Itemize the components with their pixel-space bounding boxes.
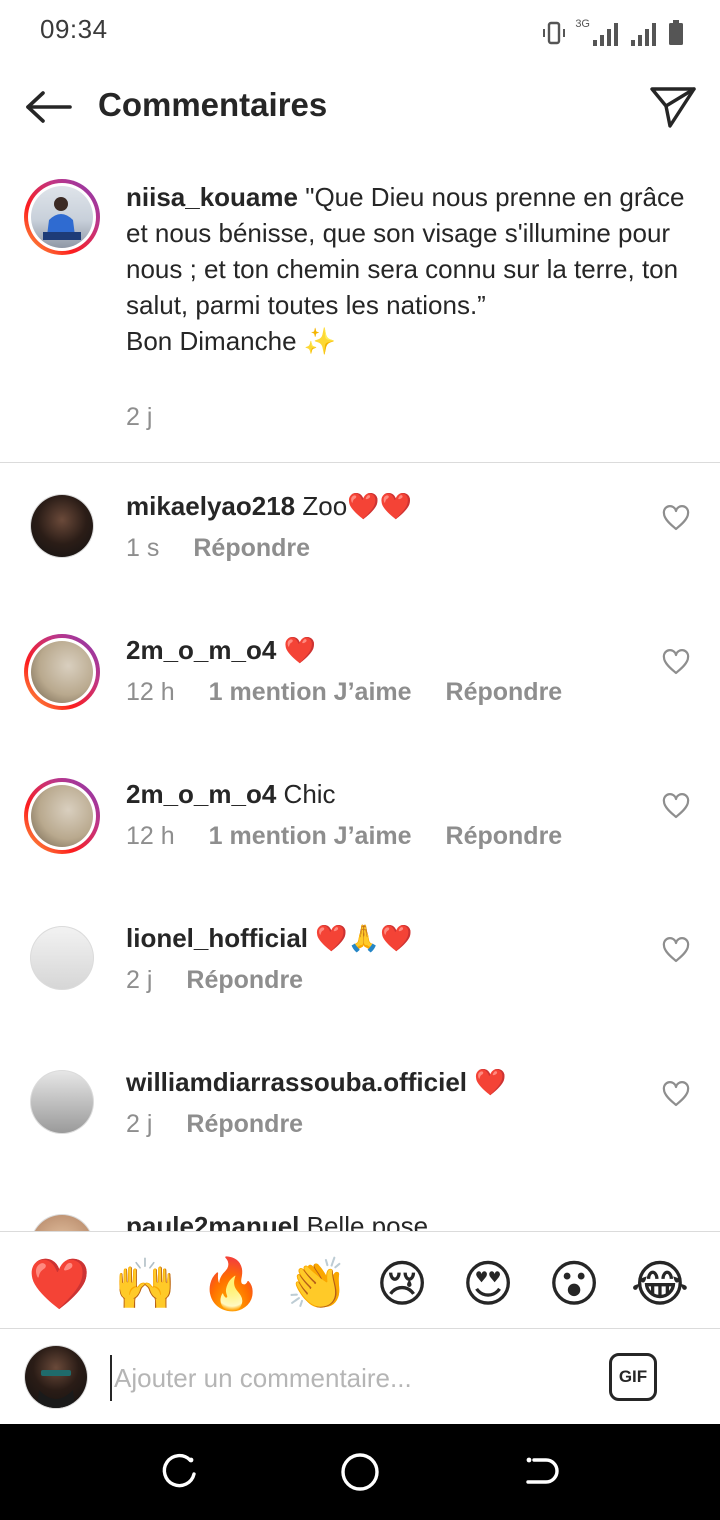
- comment-body: mikaelyao218 Zoo❤️❤️: [126, 490, 646, 522]
- emoji-button[interactable]: 😂: [630, 1254, 690, 1314]
- heart-icon: [662, 505, 690, 531]
- comment-text: ❤️: [467, 1067, 507, 1097]
- caption-time: 2 j: [126, 403, 153, 431]
- comment-row: lionel_hofficial ❤️🙏❤️ 2 j Répondre: [0, 922, 720, 1066]
- comment-body: 2m_o_m_o4 Chic: [126, 778, 646, 810]
- comment-avatar[interactable]: [24, 634, 100, 710]
- reply-button[interactable]: Répondre: [446, 678, 563, 707]
- emoji-button[interactable]: 👏: [286, 1254, 348, 1314]
- comment-body: lionel_hofficial ❤️🙏❤️: [126, 922, 646, 954]
- caption-text: niisa_kouame "Que Dieu nous prenne en gr…: [126, 179, 686, 359]
- gif-button[interactable]: GIF: [609, 1353, 657, 1401]
- like-button[interactable]: [662, 505, 690, 531]
- home-button[interactable]: [338, 1450, 382, 1494]
- reply-button[interactable]: Répondre: [446, 822, 563, 851]
- back-icon: [526, 1457, 559, 1484]
- page-title: Commentaires: [98, 86, 328, 123]
- reply-button[interactable]: Répondre: [186, 966, 303, 995]
- paper-plane-icon: [650, 87, 696, 128]
- comment-row: 2m_o_m_o4 Chic 12 h 1 mention J’aime Répond…: [0, 778, 720, 922]
- own-avatar: [24, 1345, 88, 1409]
- reply-button[interactable]: Répondre: [193, 534, 310, 563]
- comment-avatar[interactable]: [24, 778, 100, 854]
- post-caption: niisa_kouame "Que Dieu nous prenne en gr…: [0, 165, 720, 463]
- comment-row: 2m_o_m_o4 ❤️ 12 h 1 mention J’aime Répondre: [0, 634, 720, 778]
- share-button[interactable]: [648, 82, 698, 132]
- divider: [0, 462, 720, 463]
- reply-button[interactable]: Répondre: [186, 1110, 303, 1139]
- comment-input[interactable]: [110, 1355, 590, 1401]
- comment-avatar[interactable]: [30, 926, 94, 990]
- status-time: 09:34: [40, 14, 108, 44]
- comment-meta: 1 s Répondre: [126, 534, 310, 563]
- comment-username[interactable]: williamdiarrassouba.officiel: [126, 1067, 467, 1097]
- comment-text: Chic: [276, 779, 336, 809]
- comment-text: Zoo❤️❤️: [295, 491, 412, 521]
- comment-meta: 12 h 1 mention J’aime Répondre: [126, 822, 562, 851]
- arrow-left-icon: [26, 91, 72, 123]
- emoji-button[interactable]: 😍: [458, 1254, 518, 1314]
- comment-time: 12 h: [126, 678, 175, 706]
- status-icons: 3G: [541, 14, 684, 46]
- comment-body: williamdiarrassouba.officiel ❤️: [126, 1066, 646, 1098]
- comment-likes[interactable]: 1 mention J’aime: [209, 822, 412, 851]
- comment-username[interactable]: 2m_o_m_o4: [126, 635, 276, 665]
- comment-text: ❤️🙏❤️: [308, 923, 413, 953]
- header: Commentaires: [0, 62, 720, 152]
- heart-icon: [662, 649, 690, 675]
- heart-icon: [662, 937, 690, 963]
- comment-composer: GIF: [0, 1328, 720, 1424]
- comment-avatar[interactable]: [30, 1070, 94, 1134]
- comment-username[interactable]: lionel_hofficial: [126, 923, 308, 953]
- back-button[interactable]: [22, 84, 74, 130]
- caption-avatar[interactable]: [24, 179, 100, 255]
- caption-signoff: Bon Dimanche ✨: [126, 326, 337, 356]
- signal-icon: [630, 22, 660, 46]
- comment-meta: 2 j Répondre: [126, 1110, 303, 1139]
- comment-time: 2 j: [126, 1110, 153, 1138]
- comment-time: 1 s: [126, 534, 160, 562]
- recent-apps-button[interactable]: [158, 1450, 202, 1494]
- emoji-button[interactable]: 😢: [372, 1254, 432, 1314]
- like-button[interactable]: [662, 793, 690, 819]
- comment-avatar[interactable]: [30, 494, 94, 558]
- emoji-quick-bar: ❤️ 🙌 🔥 👏 😢 😍 😮 😂: [0, 1231, 720, 1328]
- emoji-button[interactable]: 🔥: [200, 1254, 262, 1314]
- comment-time: 2 j: [126, 966, 153, 994]
- emoji-button[interactable]: ❤️: [28, 1254, 90, 1314]
- caption-username[interactable]: niisa_kouame: [126, 182, 298, 212]
- comment-row: mikaelyao218 Zoo❤️❤️ 1 s Répondre: [0, 490, 720, 634]
- emoji-button[interactable]: 😮: [544, 1254, 604, 1314]
- recent-apps-icon: [162, 1453, 196, 1488]
- like-button[interactable]: [662, 937, 690, 963]
- nav-back-button[interactable]: [518, 1450, 562, 1494]
- comment-body: 2m_o_m_o4 ❤️: [126, 634, 646, 666]
- heart-icon: [662, 793, 690, 819]
- comment-time: 12 h: [126, 822, 175, 850]
- status-bar: 09:34 3G: [0, 0, 720, 62]
- like-button[interactable]: [662, 649, 690, 675]
- comment-meta: 2 j Répondre: [126, 966, 303, 995]
- comment-username[interactable]: 2m_o_m_o4: [126, 779, 276, 809]
- comment-meta: 12 h 1 mention J’aime Répondre: [126, 678, 562, 707]
- vibrate-icon: [541, 20, 567, 46]
- network-type-label: 3G: [575, 18, 590, 30]
- home-icon: [341, 1453, 379, 1491]
- comment-text: ❤️: [276, 635, 316, 665]
- comment-row: williamdiarrassouba.officiel ❤️ 2 j Répond…: [0, 1066, 720, 1210]
- battery-icon: [668, 20, 684, 46]
- signal-icon: [592, 22, 622, 46]
- like-button[interactable]: [662, 1081, 690, 1107]
- system-nav-bar: [0, 1424, 720, 1520]
- heart-icon: [662, 1081, 690, 1107]
- comment-username[interactable]: mikaelyao218: [126, 491, 295, 521]
- emoji-button[interactable]: 🙌: [114, 1254, 176, 1314]
- comment-likes[interactable]: 1 mention J’aime: [209, 678, 412, 707]
